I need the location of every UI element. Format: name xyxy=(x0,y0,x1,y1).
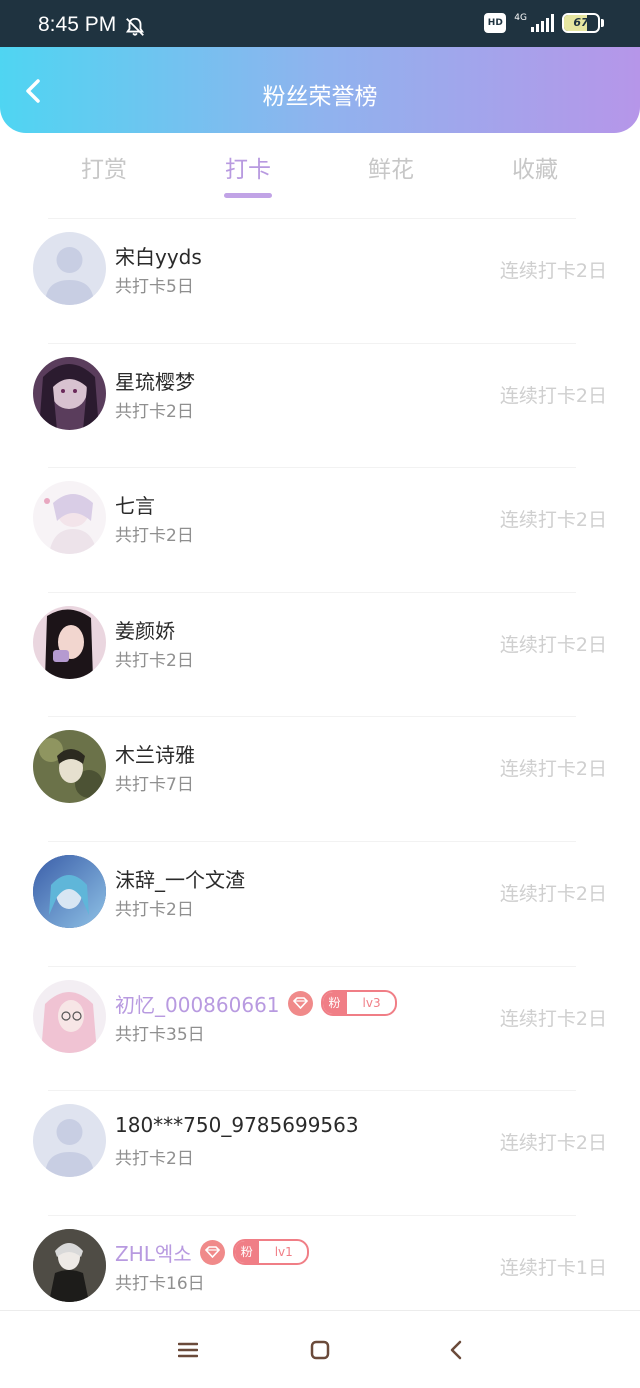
fan-row[interactable]: 沫辞_一个文渣共打卡2日 连续打卡2日 xyxy=(0,840,640,966)
fan-level-badge: 粉 lv3 xyxy=(320,990,397,1017)
avatar[interactable] xyxy=(33,232,106,305)
menu-icon xyxy=(178,1342,198,1358)
home-square-icon xyxy=(310,1340,330,1360)
header-bar: 粉丝荣誉榜 xyxy=(0,47,640,133)
checkin-streak: 连续打卡2日 xyxy=(499,758,607,781)
fan-badge-label: 粉 xyxy=(234,1241,259,1264)
row-divider xyxy=(48,1090,576,1092)
avatar[interactable] xyxy=(33,1228,106,1302)
network-label: 4G xyxy=(514,12,527,23)
fan-row[interactable]: 姜颜娇共打卡2日 连续打卡2日 xyxy=(0,591,640,717)
user-name: 180***750_9785699563 xyxy=(115,1113,359,1138)
name-line: 沫辞_一个文渣 xyxy=(115,864,245,893)
user-name: ZHL엑소 xyxy=(115,1241,192,1266)
fan-row[interactable]: 初忆_000860661 粉 lv3 共打卡35日 连续打卡2日 xyxy=(0,965,640,1091)
total-checkin-days: 共打卡2日 xyxy=(115,401,194,422)
total-checkin-days: 共打卡2日 xyxy=(115,1149,194,1170)
name-line: 姜颜娇 xyxy=(115,615,175,644)
checkin-streak: 连续打卡2日 xyxy=(499,1132,607,1155)
total-checkin-days: 共打卡2日 xyxy=(115,650,194,671)
status-bar: 8:45 PM HD 4G 67 xyxy=(0,0,640,48)
total-checkin-days: 共打卡2日 xyxy=(115,526,194,547)
tab-favorites[interactable]: 收藏 xyxy=(485,150,585,184)
bell-off-icon xyxy=(125,17,145,36)
fan-row[interactable]: 星琉樱梦共打卡2日 连续打卡2日 xyxy=(0,342,640,468)
name-line: 宋白yyds xyxy=(115,241,202,270)
checkin-streak: 连续打卡2日 xyxy=(499,633,607,656)
avatar[interactable] xyxy=(33,1104,106,1178)
name-line: 星琉樱梦 xyxy=(115,366,195,395)
fan-list: 宋白yyds 共打卡5日 连续打卡2日 星琉樱梦 共打卡2日 连续打卡2日 七言 共打卡2日连… xyxy=(0,218,640,1339)
name-line: 木兰诗雅 xyxy=(115,739,195,768)
total-checkin-days: 共打卡5日 xyxy=(115,277,194,297)
name-line: 初忆_000860661 粉 lv3 xyxy=(115,989,397,1018)
total-checkin-days: 共打卡7日 xyxy=(115,775,194,796)
fan-row[interactable]: 180***750_9785699563 共打卡2日 连续打卡2日 xyxy=(0,1090,640,1215)
user-name: 宋白yyds xyxy=(115,245,202,269)
row-divider xyxy=(48,840,576,842)
diamond-icon xyxy=(199,1239,225,1265)
row-divider xyxy=(48,467,576,469)
total-checkin-days: 共打卡35日 xyxy=(115,1024,205,1045)
user-name: 沫辞_一个文渣 xyxy=(115,867,245,892)
row-divider xyxy=(48,716,576,718)
diamond-icon xyxy=(287,990,313,1016)
name-line: ZHL엑소 粉 lv1 xyxy=(115,1238,309,1267)
total-checkin-days: 共打卡16日 xyxy=(115,1273,205,1294)
avatar[interactable] xyxy=(33,605,106,679)
tab-checkin[interactable]: 打卡 xyxy=(198,150,298,198)
back-arrow-icon xyxy=(450,1340,462,1360)
hd-icon: HD xyxy=(484,13,507,33)
user-name: 姜颜娇 xyxy=(115,618,175,643)
fan-level-badge: 粉 lv1 xyxy=(232,1239,309,1266)
active-tab-indicator xyxy=(224,193,272,198)
total-checkin-days: 共打卡2日 xyxy=(115,899,194,920)
status-indicators: HD 4G 67 xyxy=(484,13,604,33)
avatar[interactable] xyxy=(33,730,106,804)
tab-bar: 打赏 打卡 鲜花 收藏 xyxy=(32,150,608,200)
home-button[interactable] xyxy=(303,1335,337,1365)
battery-level: 67 xyxy=(573,16,589,29)
checkin-streak: 连续打卡2日 xyxy=(499,1007,607,1030)
tab-tip[interactable]: 打赏 xyxy=(54,150,154,184)
checkin-streak: 连续打卡1日 xyxy=(499,1256,607,1279)
fan-badge-label: 粉 xyxy=(322,992,347,1015)
fan-badge-level: lv1 xyxy=(274,1245,293,1260)
checkin-streak: 连续打卡2日 xyxy=(499,882,607,905)
row-divider xyxy=(48,591,576,593)
row-divider xyxy=(48,218,576,219)
fan-row[interactable]: 七言共打卡2日 连续打卡2日 xyxy=(0,467,640,592)
avatar[interactable] xyxy=(33,854,106,928)
checkin-streak: 连续打卡2日 xyxy=(499,509,607,532)
fan-row[interactable]: 宋白yyds 共打卡5日 连续打卡2日 xyxy=(0,218,640,343)
name-line: 七言 xyxy=(115,490,155,519)
checkin-streak: 连续打卡2日 xyxy=(499,260,607,282)
checkin-streak: 连续打卡2日 xyxy=(499,384,607,407)
name-line: 180***750_9785699563 xyxy=(115,1113,359,1137)
status-time: 8:45 PM xyxy=(38,13,117,36)
user-name: 七言 xyxy=(115,494,155,519)
battery-icon: 67 xyxy=(562,13,600,33)
fan-badge-level: lv3 xyxy=(362,996,381,1011)
system-nav-bar xyxy=(0,1310,640,1388)
avatar[interactable] xyxy=(33,979,106,1053)
fan-row[interactable]: 木兰诗雅共打卡7日 连续打卡2日 xyxy=(0,716,640,841)
battery-tip xyxy=(601,19,604,27)
row-divider xyxy=(48,1214,576,1216)
avatar[interactable] xyxy=(33,481,106,555)
user-name: 初忆_000860661 xyxy=(115,992,280,1017)
user-name: 星琉樱梦 xyxy=(115,369,195,394)
row-divider xyxy=(48,342,576,344)
menu-button[interactable] xyxy=(171,1335,205,1365)
signal-icon xyxy=(531,14,554,32)
page-title: 粉丝荣誉榜 xyxy=(262,84,378,110)
row-divider xyxy=(48,965,576,967)
user-name: 木兰诗雅 xyxy=(115,743,195,768)
back-nav-button[interactable] xyxy=(439,1335,473,1365)
tab-flowers[interactable]: 鲜花 xyxy=(341,150,441,184)
avatar[interactable] xyxy=(33,356,106,430)
